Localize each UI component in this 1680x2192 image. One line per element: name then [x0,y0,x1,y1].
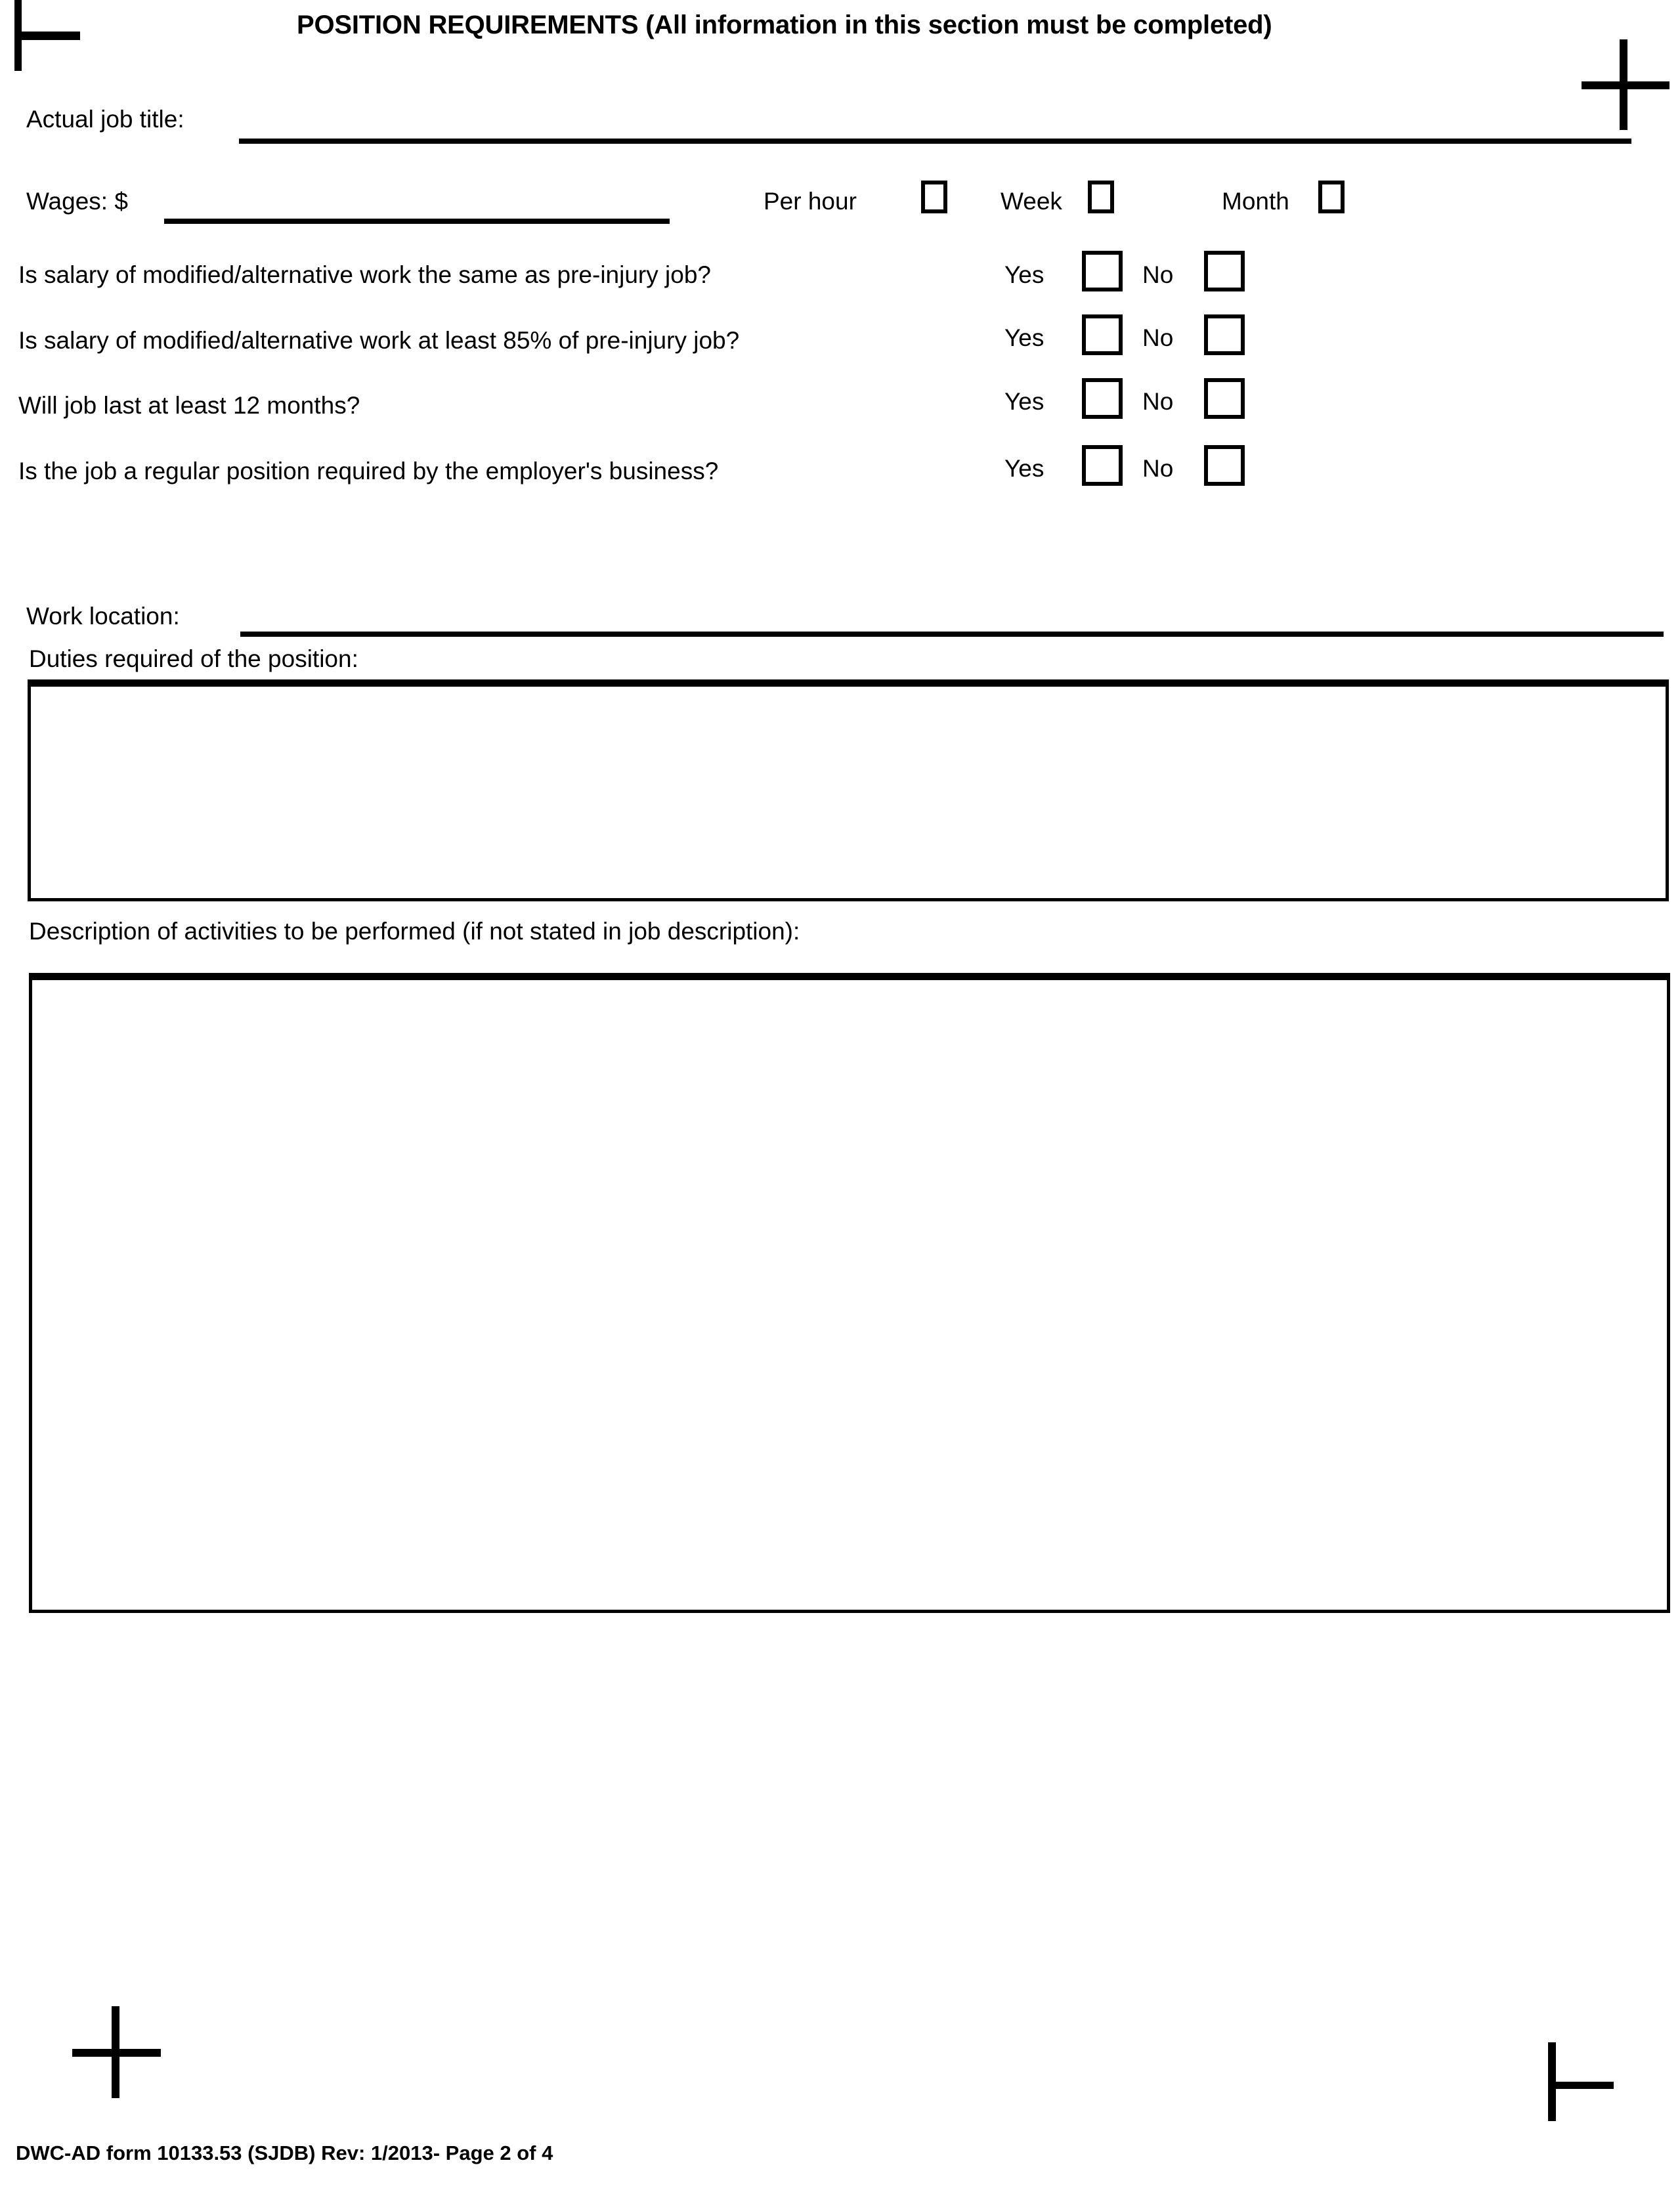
wages-label: Wages: $ [26,188,128,215]
question-2-no-label: No [1142,324,1174,351]
work-location-input-line[interactable] [240,632,1664,637]
question-1-yes-label: Yes [1004,261,1045,288]
question-1-no-checkbox[interactable] [1204,251,1245,291]
question-1-no-label: No [1142,261,1174,288]
question-1-text: Is salary of modified/alternative work t… [18,261,711,288]
form-footer: DWC-AD form 10133.53 (SJDB) Rev: 1/2013-… [16,2141,553,2164]
question-2-yes-label: Yes [1004,324,1045,351]
wage-period-option-label-month: Month [1222,188,1289,215]
wage-period-checkbox-per-hour[interactable] [921,181,947,213]
registration-mark-bottom-right-arm [1548,2082,1614,2089]
question-2-yes-checkbox[interactable] [1082,314,1123,355]
duties-textarea[interactable] [28,679,1669,901]
registration-mark-top-right-arm [1582,81,1669,89]
wages-input-line[interactable] [164,219,670,224]
question-4-text: Is the job a regular position required b… [18,458,719,484]
scanned-form-page: POSITION REQUIREMENTS (All information i… [0,0,1680,2192]
question-3-no-checkbox[interactable] [1204,378,1245,419]
wage-period-checkbox-month[interactable] [1318,181,1345,213]
job-title-input-line[interactable] [239,139,1631,144]
question-2-no-checkbox[interactable] [1204,314,1245,355]
registration-mark-top-left-arm [14,32,80,40]
question-3-yes-label: Yes [1004,388,1045,415]
question-3-yes-checkbox[interactable] [1082,378,1123,419]
question-4-yes-label: Yes [1004,455,1045,482]
duties-label: Duties required of the position: [29,645,358,672]
registration-mark-bottom-left-arm [72,2049,161,2057]
question-3-text: Will job last at least 12 months? [18,392,360,419]
wage-period-option-label-per-hour: Per hour [764,188,857,215]
question-4-no-label: No [1142,455,1174,482]
wage-period-checkbox-week[interactable] [1088,181,1114,213]
wage-period-option-label-week: Week [1001,188,1062,215]
question-2-text: Is salary of modified/alternative work a… [18,327,740,354]
work-location-label: Work location: [26,603,180,630]
activities-label: Description of activities to be performe… [29,918,800,945]
question-3-no-label: No [1142,388,1174,415]
question-1-yes-checkbox[interactable] [1082,251,1123,291]
page-title: POSITION REQUIREMENTS (All information i… [297,11,1272,39]
question-4-no-checkbox[interactable] [1204,445,1245,486]
job-title-label: Actual job title: [26,106,184,133]
activities-textarea[interactable] [29,973,1670,1613]
question-4-yes-checkbox[interactable] [1082,445,1123,486]
